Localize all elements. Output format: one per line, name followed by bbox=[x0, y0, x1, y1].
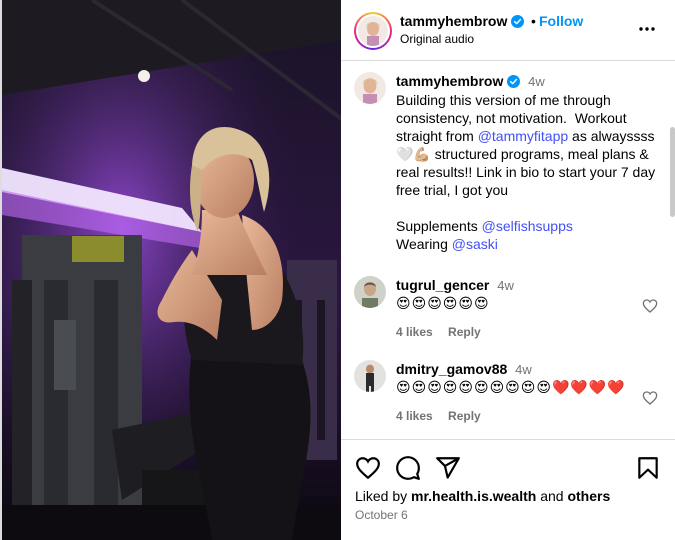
mention-link[interactable]: @tammyfitapp bbox=[478, 128, 568, 144]
liked-by-others-link[interactable]: others bbox=[567, 488, 610, 504]
liked-by-and: and bbox=[536, 488, 568, 504]
post-date[interactable]: October 6 bbox=[355, 508, 408, 522]
header-separator: • bbox=[531, 13, 536, 29]
comment-body: tugrul_gencer 4w 😍😍😍😍😍😍 4 likes Reply bbox=[396, 276, 666, 341]
caption-text: Building this version of me through cons… bbox=[396, 91, 666, 199]
original-audio-link[interactable]: Original audio bbox=[400, 32, 474, 46]
commenter-avatar[interactable] bbox=[354, 360, 386, 392]
caption-supplements-line: Supplements @selfishsupps bbox=[396, 217, 666, 235]
comment-actions: 4 likes Reply bbox=[396, 323, 666, 341]
follow-button[interactable]: Follow bbox=[539, 13, 583, 29]
liked-by-user-link[interactable]: mr.health.is.wealth bbox=[411, 488, 536, 504]
mention-link[interactable]: @saski bbox=[452, 236, 498, 252]
mention-link[interactable]: @selfishsupps bbox=[482, 218, 573, 234]
caption-body: tammyhembrow 4w Building this version of… bbox=[396, 72, 666, 253]
like-heart-icon[interactable] bbox=[355, 455, 381, 481]
caption-username[interactable]: tammyhembrow bbox=[396, 73, 503, 89]
comment-username[interactable]: tugrul_gencer bbox=[396, 277, 489, 293]
post-actions-bar: Liked by mr.health.is.wealth and others … bbox=[341, 439, 675, 540]
reply-button[interactable]: Reply bbox=[448, 325, 481, 339]
author-username[interactable]: tammyhembrow bbox=[400, 13, 525, 29]
more-options-icon[interactable] bbox=[637, 19, 657, 39]
comments-scrollbar[interactable] bbox=[670, 127, 675, 217]
reply-button[interactable]: Reply bbox=[448, 409, 481, 423]
caption-wearing-line: Wearing @saski bbox=[396, 235, 666, 253]
gym-photo-image bbox=[2, 0, 341, 540]
comment-likes[interactable]: 4 likes bbox=[396, 325, 433, 339]
comment-time[interactable]: 4w bbox=[497, 278, 514, 293]
author-username-text[interactable]: tammyhembrow bbox=[400, 13, 507, 29]
share-icon[interactable] bbox=[435, 455, 461, 481]
comment-icon[interactable] bbox=[395, 455, 421, 481]
comment-body: dmitry_gamov88 4w 😍😍😍😍😍😍😍😍😍😍❤️❤️❤️❤️ 4 l… bbox=[396, 360, 666, 425]
comment-likes[interactable]: 4 likes bbox=[396, 409, 433, 423]
heart-icon[interactable] bbox=[642, 298, 658, 314]
caption-avatar[interactable] bbox=[354, 72, 386, 104]
verified-badge-icon bbox=[507, 75, 521, 88]
post-header: tammyhembrow • Follow Original audio bbox=[341, 0, 675, 61]
caption-time[interactable]: 4w bbox=[528, 74, 545, 89]
verified-badge-icon bbox=[511, 15, 525, 28]
caption-text-part: Supplements bbox=[396, 218, 482, 234]
bookmark-icon[interactable] bbox=[635, 455, 661, 481]
comment-actions: 4 likes Reply bbox=[396, 407, 666, 425]
post-side-panel: tammyhembrow • Follow Original audio tam… bbox=[341, 0, 675, 540]
commenter-avatar[interactable] bbox=[354, 276, 386, 308]
author-avatar[interactable] bbox=[354, 12, 392, 50]
comment-text: 😍😍😍😍😍😍😍😍😍😍❤️❤️❤️❤️ bbox=[396, 380, 626, 396]
comment-username[interactable]: dmitry_gamov88 bbox=[396, 361, 507, 377]
comment-text: 😍😍😍😍😍😍 bbox=[396, 296, 490, 312]
comment-time[interactable]: 4w bbox=[515, 362, 532, 377]
liked-by-text: Liked by mr.health.is.wealth and others bbox=[355, 488, 610, 504]
liked-by-prefix: Liked by bbox=[355, 488, 412, 504]
heart-icon[interactable] bbox=[642, 390, 658, 406]
author-avatar-image bbox=[358, 16, 388, 46]
caption-text-part: Wearing bbox=[396, 236, 452, 252]
comments-section[interactable]: tammyhembrow 4w Building this version of… bbox=[341, 61, 675, 439]
post-photo[interactable] bbox=[0, 0, 341, 540]
